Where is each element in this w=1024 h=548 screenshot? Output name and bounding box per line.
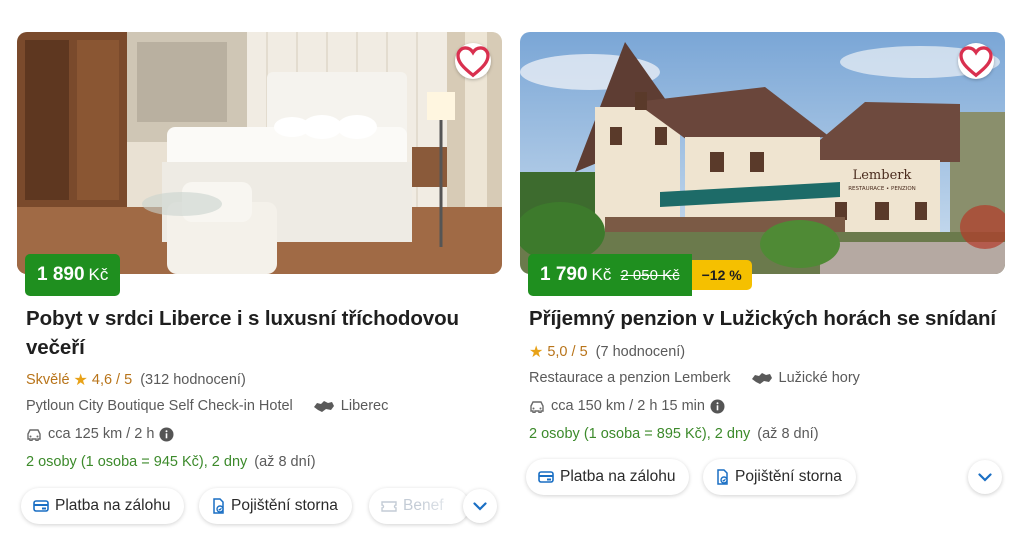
listing-title[interactable]: Příjemný penzion v Lužických horách se s… [529, 304, 999, 333]
hotel-name: Pytloun City Boutique Self Check-in Hote… [26, 398, 293, 414]
payment-icon [538, 470, 554, 484]
price-currency: Kč [591, 265, 612, 284]
payment-icon [33, 499, 49, 513]
chip-benefits[interactable]: Benef [369, 488, 469, 524]
listing-card-1[interactable]: 1 890 Kč Pobyt v srdci Liberce i s luxus… [17, 32, 502, 524]
chip-label: Platba na zálohu [55, 497, 171, 514]
chip-fade-overlay [419, 488, 469, 524]
price-value: 1 790 [540, 264, 588, 285]
favorite-button[interactable] [958, 43, 994, 79]
car-icon [26, 428, 42, 441]
price-tag: 1 790 Kč 2 050 Kč −12 % [528, 254, 752, 296]
expand-chips-button[interactable] [968, 460, 1002, 494]
review-count[interactable]: (7 hodnocení) [596, 344, 685, 360]
info-icon[interactable] [159, 427, 174, 442]
rating-score: 5,0 / 5 [547, 344, 588, 360]
price-tag: 1 890 Kč [25, 254, 121, 296]
insurance-icon [715, 469, 729, 485]
listing-photo-pension[interactable]: Lemberk RESTAURACE • PENZION [520, 32, 1005, 274]
price-badge: 1 890 Kč [25, 254, 121, 296]
distance-text: cca 150 km / 2 h 15 min [551, 398, 705, 414]
region-name: Lužické hory [778, 370, 860, 386]
rating-line: ★ 5,0 / 5 (7 hodnocení) [529, 342, 685, 362]
listing-title[interactable]: Pobyt v srdci Liberce i s luxusní třícho… [26, 304, 466, 362]
star-icon: ★ [529, 344, 544, 361]
chip-cancellation-insurance[interactable]: Pojištění storna [703, 459, 856, 495]
building-sign-text: Lemberk [853, 168, 912, 183]
rating-line: Skvělé ★ 4,6 / 5 (312 hodnocení) [26, 370, 246, 390]
rating-word: Skvělé [26, 372, 70, 388]
chip-label: Pojištění storna [231, 497, 338, 514]
persons-line: 2 osoby (1 osoba = 895 Kč), 2 dny (až 8 … [529, 426, 819, 442]
chevron-down-icon [473, 501, 487, 511]
price-badge: 1 790 Kč 2 050 Kč [528, 254, 692, 296]
map-region-icon [313, 400, 335, 413]
location-line: Restaurace a penzion Lemberk Lužické hor… [529, 370, 860, 386]
price-value: 1 890 [37, 264, 85, 285]
hotel-room-image [17, 32, 502, 274]
distance-text: cca 125 km / 2 h [48, 426, 155, 442]
price-currency: Kč [88, 265, 109, 284]
chip-payment-deposit[interactable]: Platba na zálohu [526, 459, 690, 495]
star-icon: ★ [73, 372, 88, 389]
distance-line: cca 125 km / 2 h [26, 426, 180, 442]
listing-card-2[interactable]: Lemberk RESTAURACE • PENZION 1 790 Kč 2 … [520, 32, 1005, 495]
listing-photo-hotel-room[interactable] [17, 32, 502, 274]
region-name: Liberec [340, 398, 389, 414]
old-price: 2 050 Kč [620, 266, 680, 284]
favorite-button[interactable] [455, 43, 491, 79]
expand-chips-button[interactable] [463, 489, 497, 523]
hotel-name: Restaurace a penzion Lemberk [529, 370, 731, 386]
chip-label: Pojištění storna [735, 468, 842, 485]
voucher-icon [381, 500, 397, 513]
pension-building-image: Lemberk RESTAURACE • PENZION [520, 32, 1005, 274]
persons-text: 2 osoby (1 osoba = 945 Kč), 2 dny [26, 454, 248, 470]
chip-label: Platba na zálohu [560, 468, 676, 485]
max-days: (až 8 dní) [254, 454, 316, 470]
chip-cancellation-insurance[interactable]: Pojištění storna [199, 488, 352, 524]
map-region-icon [751, 372, 773, 385]
persons-line: 2 osoby (1 osoba = 945 Kč), 2 dny (až 8 … [26, 454, 316, 470]
chevron-down-icon [978, 472, 992, 482]
max-days: (až 8 dní) [757, 426, 819, 442]
discount-badge: −12 % [691, 260, 752, 290]
car-icon [529, 400, 545, 413]
building-subsign-text: RESTAURACE • PENZION [848, 186, 916, 192]
distance-line: cca 150 km / 2 h 15 min [529, 398, 731, 414]
insurance-icon [211, 498, 225, 514]
location-line: Pytloun City Boutique Self Check-in Hote… [26, 398, 388, 414]
info-icon[interactable] [710, 399, 725, 414]
persons-text: 2 osoby (1 osoba = 895 Kč), 2 dny [529, 426, 751, 442]
rating-score: 4,6 / 5 [91, 372, 133, 388]
review-count[interactable]: (312 hodnocení) [140, 372, 246, 388]
heart-icon [456, 46, 490, 78]
heart-icon [959, 46, 993, 78]
chip-payment-deposit[interactable]: Platba na zálohu [21, 488, 185, 524]
